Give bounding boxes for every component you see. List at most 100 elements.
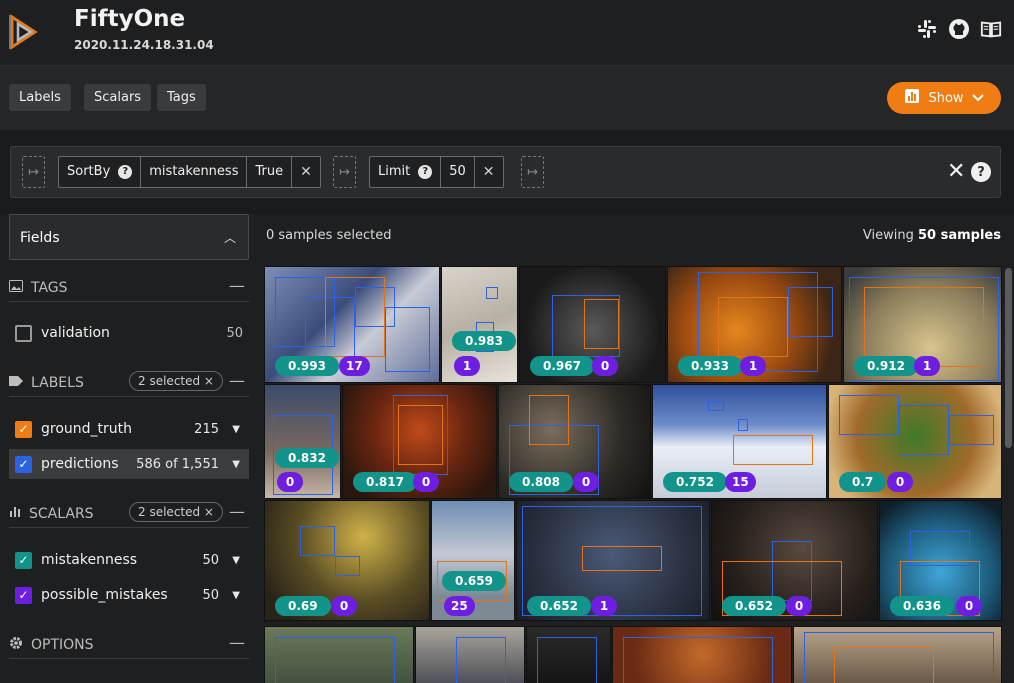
options-section-header[interactable]: OPTIONS — [9, 631, 249, 659]
possible-mistakes-badge: 0 [956, 596, 982, 616]
sample-tile[interactable] [415, 626, 525, 683]
possible-mistakes-badge: 0 [592, 356, 618, 376]
mistakenness-badge: 0.69 [275, 596, 331, 616]
sample-tile[interactable]: 0.652 1 [516, 500, 710, 621]
checkbox[interactable]: ✓ [15, 586, 32, 604]
selection-status: 0 samples selected [266, 228, 392, 243]
caret-down-icon[interactable]: ▼ [232, 424, 240, 435]
possible-mistakes-badge: 0 [331, 596, 357, 616]
selected-pill[interactable]: 2 selected × [129, 502, 223, 522]
tab-tags[interactable]: Tags [157, 84, 206, 111]
tab-labels[interactable]: Labels [9, 84, 71, 111]
collapse-icon[interactable]: — [229, 502, 245, 521]
caret-down-icon[interactable]: ▼ [232, 459, 240, 470]
mistakenness-badge: 0.967 [530, 356, 594, 376]
grid-scrollbar[interactable] [1005, 268, 1012, 448]
sample-tile[interactable]: 0.832 0 [264, 384, 341, 499]
sample-tile[interactable]: 0.69 0 [264, 500, 430, 621]
samples-grid: 0.993 17 0.983 1 0.967 0 0.933 1 0.912 1… [264, 266, 1002, 683]
possible-mistakes-badge: 1 [454, 356, 480, 376]
help-icon[interactable]: ? [118, 165, 133, 179]
checkbox[interactable]: ✓ [15, 420, 32, 438]
sample-tile[interactable]: 0.808 0 [498, 384, 651, 499]
github-icon[interactable] [948, 18, 970, 40]
mistakenness-badge: 0.993 [275, 356, 339, 376]
sample-tile[interactable]: 0.659 25 [431, 500, 515, 621]
close-icon[interactable]: ✕ [300, 157, 312, 187]
sample-tile[interactable]: 0.817 0 [342, 384, 497, 499]
fiftyone-logo[interactable] [9, 13, 43, 51]
help-icon[interactable]: ? [971, 162, 991, 182]
field-label: mistakenness [41, 552, 138, 568]
mistakenness-badge: 0.7 [839, 472, 887, 492]
gear-icon [9, 636, 23, 654]
show-button-label: Show [928, 90, 964, 106]
sample-tile[interactable] [526, 626, 611, 683]
mistakenness-badge: 0.912 [854, 356, 918, 376]
label-tag-icon [9, 375, 23, 391]
add-stage-icon[interactable]: ↦ [22, 156, 45, 188]
sample-tile[interactable]: 0.7 0 [828, 384, 1002, 499]
collapse-icon[interactable]: — [229, 371, 245, 390]
sample-tile[interactable]: 0.752 15 [652, 384, 827, 499]
checkbox[interactable]: ✓ [15, 455, 32, 473]
sample-tile[interactable]: 0.933 1 [667, 266, 842, 383]
scalar-field-mistakenness[interactable]: ✓ mistakenness 50 ▼ [9, 545, 249, 575]
sample-tile[interactable] [612, 626, 792, 683]
caret-down-icon[interactable]: ▼ [232, 590, 240, 601]
chevron-down-icon [971, 91, 984, 106]
viewing-prefix: Viewing [862, 228, 914, 243]
display-options-bar: Labels Scalars Tags Show [0, 66, 1014, 130]
docs-book-icon[interactable] [980, 18, 1002, 40]
clear-view-icon[interactable]: ✕ [947, 159, 965, 184]
show-button[interactable]: Show [887, 82, 1001, 114]
collapse-icon[interactable]: — [229, 276, 245, 295]
slack-icon[interactable] [916, 18, 938, 40]
label-field-predictions[interactable]: ✓ predictions 586 of 1,551 ▼ [9, 449, 249, 479]
checkbox[interactable] [15, 324, 32, 342]
labels-section-header[interactable]: LABELS 2 selected × — [9, 369, 249, 397]
mistakenness-badge: 0.659 [442, 571, 506, 591]
section-title: OPTIONS [31, 636, 94, 653]
bar-chart-icon [904, 88, 920, 108]
field-label: validation [41, 325, 110, 341]
scalars-section-header[interactable]: SCALARS 2 selected × — [9, 500, 249, 528]
tags-section-header[interactable]: TAGS — [9, 274, 249, 302]
collapse-icon[interactable]: — [229, 633, 245, 652]
sample-tile[interactable]: 0.967 0 [519, 266, 666, 383]
sample-tile[interactable]: 0.993 17 [264, 266, 440, 383]
stage-limit[interactable]: Limit? 50 ✕ [369, 156, 504, 188]
scalar-field-possible-mistakes[interactable]: ✓ possible_mistakes 50 ▼ [9, 580, 249, 610]
sample-tile[interactable]: 0.636 0 [879, 500, 1002, 621]
fields-dropdown[interactable]: Fields ︿ [9, 214, 249, 260]
sample-tile[interactable] [264, 626, 414, 683]
sample-tile[interactable] [793, 626, 1002, 683]
stage-param[interactable]: 50 [441, 157, 475, 187]
mistakenness-badge: 0.933 [678, 356, 742, 376]
sample-tile[interactable]: 0.912 1 [843, 266, 1002, 383]
sample-tile[interactable]: 0.652 0 [711, 500, 878, 621]
stage-param[interactable]: True [247, 157, 293, 187]
caret-down-icon[interactable]: ▼ [232, 555, 240, 566]
label-field-ground-truth[interactable]: ✓ ground_truth 215 ▼ [9, 414, 249, 444]
tab-scalars[interactable]: Scalars [84, 84, 152, 111]
tag-item-validation[interactable]: validation 50 [9, 318, 249, 348]
selected-pill[interactable]: 2 selected × [129, 371, 223, 391]
possible-mistakes-badge: 0 [413, 472, 439, 492]
help-icon[interactable]: ? [418, 165, 433, 179]
possible-mistakes-badge: 0 [887, 472, 913, 492]
possible-mistakes-badge: 0 [573, 472, 599, 492]
mistakenness-badge: 0.832 [275, 448, 339, 468]
stage-name: SortBy [67, 164, 111, 179]
stage-sortby[interactable]: SortBy? mistakenness True ✕ [58, 156, 321, 188]
close-icon[interactable]: ✕ [483, 157, 495, 187]
field-count: 50 [202, 587, 219, 603]
stage-param[interactable]: mistakenness [141, 157, 248, 187]
sample-tile[interactable]: 0.983 1 [441, 266, 518, 383]
field-label: possible_mistakes [41, 587, 168, 603]
add-stage-icon[interactable]: ↦ [333, 156, 356, 188]
checkbox[interactable]: ✓ [15, 551, 32, 569]
possible-mistakes-badge: 0 [786, 596, 812, 616]
add-stage-icon[interactable]: ↦ [521, 156, 544, 188]
fields-sidebar: Fields ︿ TAGS — validation 50 LABELS 2 s… [0, 214, 256, 683]
